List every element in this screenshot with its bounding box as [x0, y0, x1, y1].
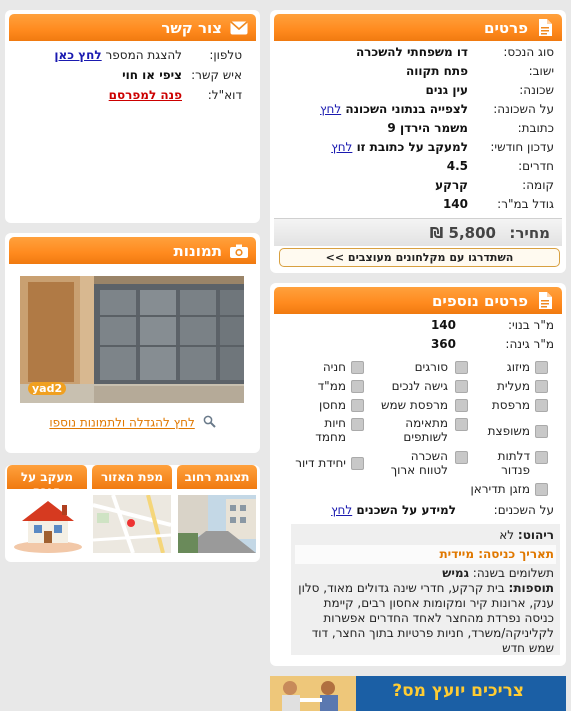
area-map-thumbnail[interactable]	[93, 495, 171, 553]
details-panel: פרטים סוג הנכס: דו משפחתי להשכרה ישוב: פ…	[270, 10, 566, 273]
feature-label: סורגים	[414, 360, 448, 374]
residents-row: על השכנים: למידע על השכנים לחץ	[331, 503, 554, 517]
banner-text: צריכים יועץ מס?	[392, 681, 524, 701]
tab-property-tracking[interactable]: מעקב על הנכס	[7, 465, 87, 489]
contact-advertiser-link[interactable]: פנה למפרסם	[109, 88, 182, 102]
photos-header: תמונות	[9, 237, 256, 264]
feature-checkbox[interactable]	[455, 418, 468, 431]
built-area-row: מ"ר בנוי: 140	[430, 318, 554, 332]
property-photo[interactable]: yad2	[20, 276, 244, 403]
feature-checkbox[interactable]	[535, 399, 548, 412]
yad2-watermark: yad2	[28, 382, 67, 395]
residents-info-link[interactable]: לחץ	[331, 503, 352, 517]
detail-row-rooms: חדרים: 4.5	[446, 159, 554, 173]
feature-label: ממ"ד	[317, 379, 346, 393]
feature-label: מעלית	[496, 379, 530, 393]
detail-row-type: סוג הנכס: דו משפחתי להשכרה	[355, 45, 554, 59]
extras-row: תוספות: בית קרקע, חדרי שינה גדולים מאוד,…	[298, 581, 554, 655]
feature-label: מתאימה לשותפים	[403, 416, 448, 444]
tab-area-map[interactable]: מפת האזור	[92, 465, 172, 489]
feature-label: מחסן	[318, 398, 346, 412]
price-value: 5,800 ₪	[429, 224, 496, 242]
feature-label: השכרה לטווח ארוך	[390, 449, 448, 477]
feature-label: יחידת דיור	[295, 456, 346, 470]
contact-person-row: איש קשר: ציפי או חוי	[122, 68, 242, 82]
entry-date-row: תאריך כניסה: מיידית	[295, 545, 556, 564]
contact-title: צור קשר	[161, 18, 222, 37]
neighborhood-data-link[interactable]: לחץ	[320, 102, 341, 116]
feature-label: מזגן תדיראן	[470, 482, 530, 496]
enlarge-photos-link[interactable]: לחץ להגדלה ולתמונות נוספו	[49, 416, 194, 430]
photos-title: תמונות	[173, 241, 222, 260]
contact-email-row: דוא"ל: פנה למפרסם	[108, 88, 242, 102]
detail-row-neighborhood: שכונה: עין גנים	[425, 83, 554, 97]
feature-checkbox[interactable]	[455, 451, 468, 464]
detail-row-monthly-update: עדכון חודשי: למעקב על כתובת זו לחץ	[331, 140, 554, 154]
contact-header: צור קשר	[9, 14, 256, 41]
feature-checkbox[interactable]	[535, 380, 548, 393]
more-details-title: פרטים נוספים	[431, 291, 528, 310]
detail-row-address: כתובת: משמר הירדן 9	[387, 121, 554, 135]
feature-label: מיזוג	[506, 360, 530, 374]
feature-label: חניה	[322, 360, 346, 374]
feature-checkbox[interactable]	[351, 361, 364, 374]
feature-label: גישה לנכים	[391, 379, 448, 393]
furniture-row: ריהוט: לא	[499, 528, 554, 542]
detail-row-floor: קומה: קרקע	[435, 178, 554, 192]
tab-street-view[interactable]: תצוגת רחוב	[177, 465, 257, 489]
property-tracking-thumbnail[interactable]	[8, 495, 86, 553]
camera-icon	[230, 242, 248, 260]
price-box: מחיר: 5,800 ₪	[274, 218, 562, 246]
payments-row: תשלומים בשנה: גמיש	[442, 566, 554, 580]
more-details-panel: פרטים נוספים מ"ר בנוי: 140 מ"ר גינה: 360…	[270, 283, 566, 666]
feature-checkbox[interactable]	[455, 399, 468, 412]
document-icon	[536, 19, 554, 37]
feature-checkbox[interactable]	[351, 457, 364, 470]
detail-row-about-neighborhood: על השכונה: לצפייה בנתוני השכונה לחץ	[320, 102, 554, 116]
document-icon	[536, 292, 554, 310]
banner-image	[270, 676, 356, 711]
feature-checkbox[interactable]	[351, 380, 364, 393]
upgrade-banner[interactable]: השתדרגו עם מקלחונים מעוצבים >>	[279, 248, 560, 267]
feature-checkbox[interactable]	[535, 425, 548, 438]
details-title: פרטים	[484, 18, 528, 37]
feature-checkbox[interactable]	[351, 399, 364, 412]
feature-label: חיות מחמד	[315, 416, 346, 444]
feature-checkbox[interactable]	[535, 451, 548, 464]
enlarge-row: לחץ להגדלה ולתמונות נוספו	[5, 415, 260, 431]
feature-checkbox[interactable]	[535, 483, 548, 496]
street-view-thumbnail[interactable]	[178, 495, 256, 553]
info-box: ריהוט: לא תאריך כניסה: מיידית תשלומים בש…	[291, 524, 560, 655]
show-phone-link[interactable]: לחץ כאן	[54, 48, 101, 62]
feature-label: דלתות פנדור	[497, 449, 530, 477]
magnifier-icon	[203, 415, 216, 431]
detail-row-city: ישוב: פתח תקווה	[405, 64, 554, 78]
details-header: פרטים	[274, 14, 562, 41]
envelope-icon	[230, 19, 248, 37]
contact-panel: צור קשר טלפון: להצגת המספר לחץ כאן איש ק…	[5, 10, 260, 223]
feature-checkbox[interactable]	[535, 361, 548, 374]
tax-advisor-banner[interactable]: צריכים יועץ מס?	[270, 676, 566, 711]
track-address-link[interactable]: לחץ	[331, 140, 352, 154]
detail-row-size: גודל במ"ר: 140	[442, 197, 554, 211]
feature-label: משופצת	[487, 424, 530, 438]
photos-panel: תמונות yad2 לחץ להגדלה ולתמונות נוספו	[5, 233, 260, 453]
contact-phone-row: טלפון: להצגת המספר לחץ כאן	[54, 48, 242, 62]
feature-label: מרפסת שמש	[380, 398, 448, 412]
feature-label: מרפסת	[491, 398, 530, 412]
feature-checkbox[interactable]	[455, 380, 468, 393]
tabs-panel: תצוגת רחוב מפת האזור מעקב על הנכס	[5, 465, 260, 562]
feature-checkbox[interactable]	[351, 418, 364, 431]
price-label: מחיר:	[509, 224, 550, 242]
garden-area-row: מ"ר גינה: 360	[430, 337, 554, 351]
feature-checkbox[interactable]	[455, 361, 468, 374]
more-details-header: פרטים נוספים	[274, 287, 562, 314]
